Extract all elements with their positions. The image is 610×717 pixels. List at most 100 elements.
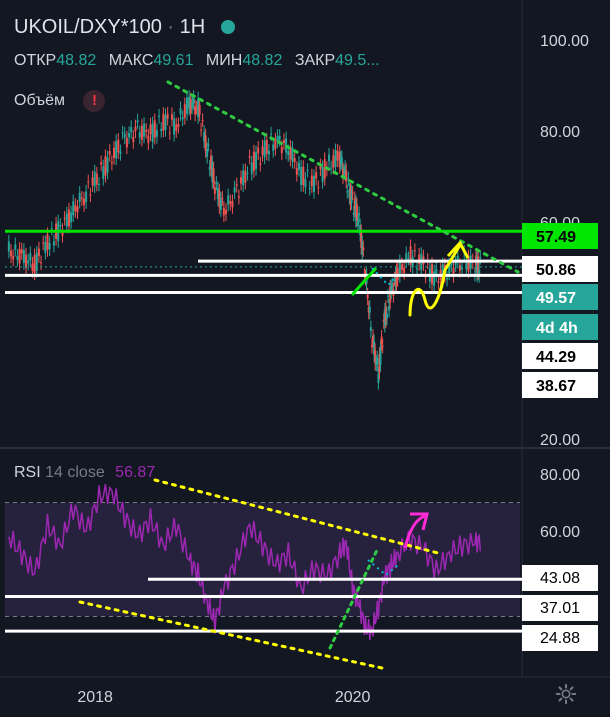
candle-body xyxy=(310,175,313,187)
candle-body xyxy=(274,139,277,149)
candle-body xyxy=(134,126,137,132)
candle-body xyxy=(233,187,236,193)
rsi-name: RSI xyxy=(14,464,41,481)
market-status-icon xyxy=(220,20,235,34)
candle-body xyxy=(168,132,171,134)
warning-icon[interactable]: ! xyxy=(83,90,106,112)
candle-body xyxy=(336,150,339,161)
low-label: МИН xyxy=(205,52,243,69)
candle-body xyxy=(130,127,133,132)
candle-body xyxy=(149,124,152,135)
candle-body xyxy=(280,147,283,154)
candle-body xyxy=(346,191,349,193)
candle-body xyxy=(287,151,290,155)
candle-body xyxy=(306,170,309,172)
candle-body xyxy=(106,157,109,173)
candle-body xyxy=(332,155,335,168)
candle-body xyxy=(153,120,156,138)
candle-body xyxy=(201,119,204,121)
candle-body xyxy=(416,268,418,270)
price-tick-label: 100.00 xyxy=(540,33,589,50)
candle-body xyxy=(70,212,73,223)
candle-body xyxy=(91,177,94,186)
candle-body xyxy=(121,132,124,134)
candle-body xyxy=(72,201,75,216)
candle-body xyxy=(261,146,264,155)
candle-body xyxy=(407,258,410,260)
candle-body xyxy=(366,294,369,299)
ohlc-legend: ОТКР48.82 МАКС49.61 МИН48.82 ЗАКР49.5... xyxy=(14,52,388,70)
candle-body xyxy=(162,113,165,131)
symbol-title[interactable]: UKOIL/DXY*100 · 1H xyxy=(14,16,235,39)
candle-body xyxy=(85,191,88,203)
candle-body xyxy=(213,187,216,194)
candle-body xyxy=(345,170,348,182)
rsi-tick-label: 80.00 xyxy=(540,467,580,484)
candle-body xyxy=(14,244,17,250)
candle-body xyxy=(48,242,51,250)
candle-body xyxy=(255,152,258,169)
candle-body xyxy=(413,250,416,252)
candle-body xyxy=(278,135,281,140)
downtrend-line xyxy=(166,80,520,274)
candle-body xyxy=(461,267,464,270)
candle-body xyxy=(136,120,139,123)
candle-body xyxy=(67,209,70,227)
candle-body xyxy=(29,253,32,261)
candle-body xyxy=(119,151,122,154)
candle-body xyxy=(104,156,107,176)
candle-body xyxy=(321,167,324,182)
candle-body xyxy=(297,162,300,170)
candle-body xyxy=(267,150,270,155)
volume-label: Объём xyxy=(14,92,65,109)
candle-body xyxy=(110,162,113,164)
candle-body xyxy=(194,106,197,115)
candle-body xyxy=(87,181,90,183)
candle-body xyxy=(246,172,249,174)
high-label: МАКС xyxy=(108,52,154,69)
symbol-name: UKOIL/DXY*100 xyxy=(14,16,162,38)
candle-body xyxy=(200,129,203,131)
candle-body xyxy=(291,147,294,162)
candle-body xyxy=(221,197,224,200)
candle-body xyxy=(185,97,188,114)
candle-body xyxy=(74,205,77,211)
candle-body xyxy=(237,196,240,198)
rsi-params: 14 close xyxy=(45,464,105,481)
candle-body xyxy=(179,108,182,115)
candle-body xyxy=(63,217,66,219)
rsi-legend[interactable]: RSI 14 close 56.87 xyxy=(14,464,155,482)
candle-body xyxy=(225,209,228,215)
candle-body xyxy=(362,247,365,251)
candle-body xyxy=(140,125,143,140)
candle-body xyxy=(387,295,390,297)
candle-body xyxy=(222,207,225,216)
candle-body xyxy=(18,248,21,264)
price-label: 4d 4h xyxy=(536,320,578,337)
candle-body xyxy=(183,104,186,118)
volume-legend[interactable]: Объём ! xyxy=(14,90,106,112)
candle-body xyxy=(235,184,238,186)
candle-body xyxy=(198,105,201,115)
high-value: 49.61 xyxy=(153,52,194,69)
candle-body xyxy=(356,221,359,227)
candle-body xyxy=(454,262,457,266)
candle-body xyxy=(293,158,296,162)
candle-body xyxy=(244,170,247,183)
open-label: ОТКР xyxy=(14,52,57,69)
candle-body xyxy=(132,136,135,143)
price-label: 50.86 xyxy=(536,262,576,279)
candle-body xyxy=(97,183,100,185)
candle-body xyxy=(59,224,62,227)
candle-body xyxy=(191,102,194,108)
candle-body xyxy=(175,124,178,132)
time-tick-label: 2020 xyxy=(335,689,371,706)
time-tick-label: 2018 xyxy=(77,689,113,706)
candle-body xyxy=(143,123,146,137)
candle-body xyxy=(272,144,275,151)
low-value: 48.82 xyxy=(242,52,283,69)
gear-icon[interactable] xyxy=(555,683,577,705)
candle-body xyxy=(44,242,47,253)
candle-body xyxy=(40,262,43,264)
candle-body xyxy=(16,255,19,260)
